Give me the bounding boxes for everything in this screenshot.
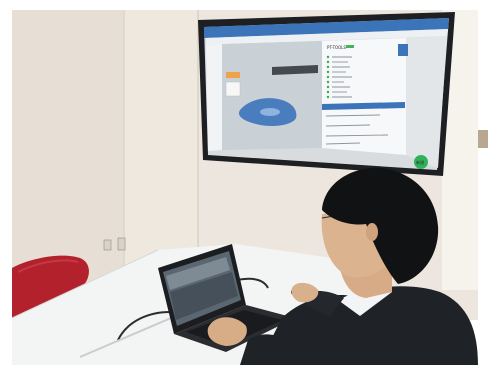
screen-right-panel [322, 38, 406, 155]
office-photo: PT-TOOLS 新規 [0, 0, 488, 365]
screen-fab-label: 新規 [416, 159, 424, 165]
wall-outlet-2 [117, 237, 126, 251]
wall-box [478, 130, 488, 148]
wall-monitor: PT-TOOLS 新規 [198, 12, 455, 176]
wall-outlet-1 [103, 239, 112, 251]
screen-panel-title: PT-TOOLS [327, 45, 347, 50]
